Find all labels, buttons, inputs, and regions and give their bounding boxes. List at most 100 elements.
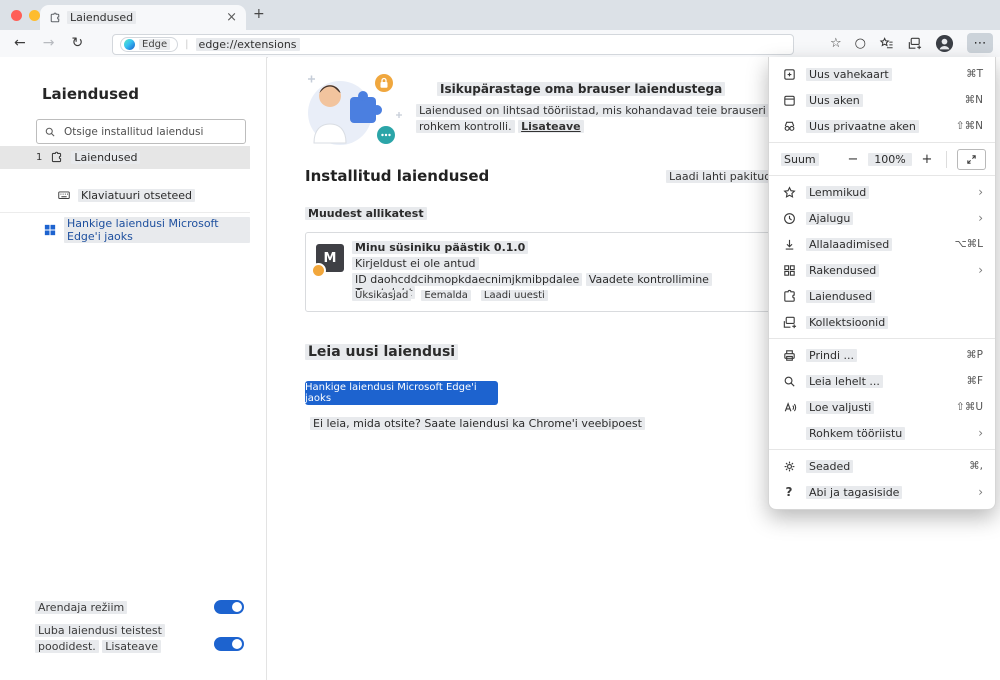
menu-item-history[interactable]: Ajalugu › [769, 205, 995, 231]
reload-icon[interactable]: ↻ [71, 35, 83, 51]
menu-item-extensions[interactable]: Laiendused [769, 283, 995, 309]
menu-item-label: Rohkem tööriistu [806, 426, 906, 440]
menu-divider [769, 338, 995, 339]
menu-item-label: Uus aken [806, 93, 863, 107]
more-tools-icon [781, 425, 797, 441]
help-question-icon: ? [785, 485, 793, 499]
address-bar[interactable]: Edge | edge://extensions [112, 34, 794, 55]
zoom-out-button[interactable]: − [844, 152, 862, 167]
zoom-in-button[interactable]: + [918, 152, 936, 167]
hero-learn-more-link[interactable]: Lisateave [518, 120, 584, 133]
menu-item-shortcut: ⌘P [966, 349, 983, 361]
menu-item-downloads[interactable]: Allalaadimised ⌥⌘L [769, 231, 995, 257]
collections-icon[interactable] [907, 36, 922, 51]
menu-item-label: Prindi ... [806, 348, 858, 362]
chevron-right-icon: › [978, 485, 983, 499]
menu-item-apps[interactable]: Rakendused › [769, 257, 995, 283]
address-separator: | [185, 39, 189, 50]
sidebar-divider [0, 212, 250, 213]
inprivate-icon [781, 118, 797, 134]
search-input[interactable] [62, 124, 238, 139]
menu-item-label: Ajalugu [806, 211, 854, 225]
warning-badge-icon [311, 263, 326, 278]
toolbar-right-icons: ☆ ○ ⋯ [830, 32, 993, 54]
installed-extensions-title: Installitud laiendused [305, 167, 490, 185]
remove-link[interactable]: Eemalda [421, 290, 471, 301]
extension-name: Minu süsiniku päästik 0.1.0 [352, 241, 529, 254]
menu-item-shortcut: ⌥⌘L [954, 238, 983, 250]
menu-item-find[interactable]: Leia lehelt ... ⌘F [769, 368, 995, 394]
discover-title-text: Leia uusi laiendusi [305, 344, 459, 360]
add-favorite-star-icon[interactable]: ☆ [830, 36, 842, 51]
menu-item-label: Seaded [806, 459, 854, 473]
fullscreen-button[interactable] [957, 148, 986, 170]
menu-divider [769, 175, 995, 176]
menu-item-collections[interactable]: Kollektsioonid [769, 309, 995, 335]
menu-item-new-tab[interactable]: Uus vahekaart ⌘T [769, 61, 995, 87]
new-tab-icon [781, 66, 797, 82]
zoom-value: 100% [868, 152, 912, 166]
tab-close-icon[interactable]: × [226, 10, 237, 25]
reload-link[interactable]: Laadi uuesti [480, 290, 548, 301]
url-text[interactable]: edge://extensions [195, 38, 300, 51]
favorites-bar-icon[interactable] [879, 36, 894, 51]
allow-other-stores-label-line1: Luba laiendusi teistest [35, 624, 165, 637]
menu-item-label: Kollektsioonid [806, 315, 889, 329]
menu-item-settings[interactable]: Seaded ⌘, [769, 453, 995, 479]
zoom-divider [946, 150, 947, 168]
details-link[interactable]: Üksikasjad [352, 290, 412, 301]
menu-item-new-inprivate[interactable]: Uus privaatne aken ⇧⌘N [769, 113, 995, 139]
search-box[interactable] [36, 119, 246, 144]
menu-item-more-tools[interactable]: Rohkem tööriistu › [769, 420, 995, 446]
menu-item-new-window[interactable]: Uus aken ⌘N [769, 87, 995, 113]
hero-line2: rohkem kontrolli. Lisateave [416, 120, 584, 133]
allow-other-stores-learn-more-link[interactable]: Lisateave [102, 640, 162, 653]
more-menu-button[interactable]: ⋯ [967, 33, 993, 53]
sidebar-item-label: Laiendused [71, 151, 141, 164]
get-extensions-button[interactable]: Hankige laiendusi Microsoft Edge'i jaoks [305, 381, 498, 405]
menu-item-label: Uus privaatne aken [806, 119, 919, 133]
other-sources-text: Muudest allikatest [305, 207, 427, 220]
sidebar-item-extensions[interactable]: 1 Laiendused [0, 146, 250, 169]
chrome-store-hint: Ei leia, mida otsite? Saate laiendusi ka… [310, 417, 645, 430]
favorites-star-icon [781, 184, 797, 200]
mac-minimize-button[interactable] [29, 10, 40, 21]
history-clock-icon [781, 210, 797, 226]
browser-tab[interactable]: Laiendused × [40, 5, 246, 30]
allow-other-stores-toggle[interactable] [214, 637, 244, 651]
menu-item-favorites[interactable]: Lemmikud › [769, 179, 995, 205]
menu-item-label: Allalaadimised [806, 237, 893, 251]
profile-avatar[interactable] [935, 34, 954, 53]
chevron-right-icon: › [978, 426, 983, 440]
mac-close-button[interactable] [11, 10, 22, 21]
menu-item-read-aloud[interactable]: Loe valjusti ⇧⌘U [769, 394, 995, 420]
sidebar-item-label: Klaviatuuri otseteed [78, 188, 196, 202]
developer-mode-toggle[interactable] [214, 600, 244, 614]
new-tab-button[interactable]: + [253, 6, 265, 22]
menu-divider [769, 449, 995, 450]
menu-item-help[interactable]: ? Abi ja tagasiside › [769, 479, 995, 505]
menu-item-label: Uus vahekaart [806, 67, 892, 81]
menu-item-print[interactable]: Prindi ... ⌘P [769, 342, 995, 368]
browser-essentials-icon[interactable]: ○ [855, 36, 866, 51]
titlebar: Laiendused × + [0, 0, 1000, 30]
back-icon[interactable]: ← [14, 35, 26, 51]
menu-divider [769, 142, 995, 143]
menu-item-label: Loe valjusti [806, 400, 875, 414]
chrome-store-hint-text[interactable]: Ei leia, mida otsite? Saate laiendusi ka… [310, 417, 645, 430]
browser-window: Laiendused × + ← → ↻ Edge | edge://exten… [0, 0, 1000, 680]
sidebar-store-link[interactable]: Hankige laiendusi Microsoft Edge'i jaoks [0, 217, 250, 243]
developer-mode-label: Arendaja režiim [35, 601, 128, 614]
menu-item-label: Rakendused [806, 263, 880, 277]
menu-item-shortcut: ⇧⌘N [955, 120, 983, 132]
edge-badge[interactable]: Edge [120, 37, 179, 52]
sidebar-item-keyboard-shortcuts[interactable]: Klaviatuuri otseteed [0, 184, 250, 206]
menu-item-label: Leia lehelt ... [806, 374, 883, 388]
extensions-sidebar: Laiendused 1 Laiendused [0, 57, 267, 680]
menu-item-label: Abi ja tagasiside [806, 485, 903, 499]
keyboard-icon [57, 188, 71, 202]
forward-icon[interactable]: → [43, 35, 55, 51]
edge-logo-icon [124, 39, 135, 50]
load-unpacked-button[interactable]: Laadi lahti pakitud [666, 170, 775, 183]
inspect-views-link[interactable]: Vaadete kontrollimine [585, 273, 712, 286]
